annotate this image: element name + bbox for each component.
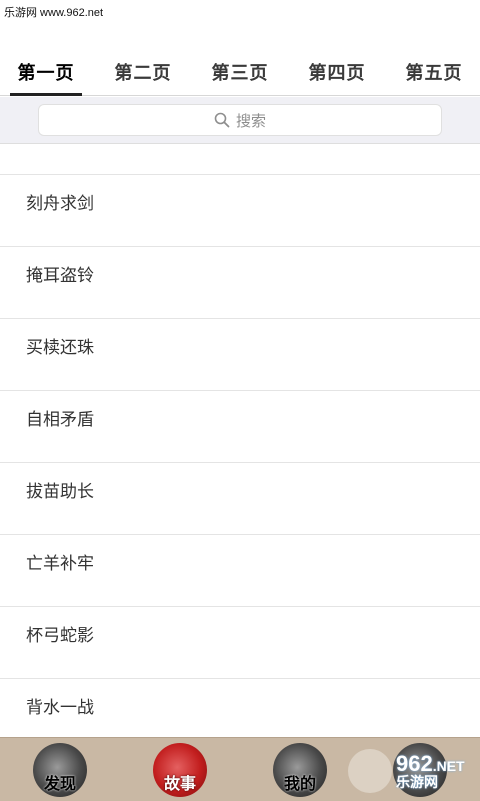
nav-discover[interactable]: 发现 (28, 740, 92, 800)
list-item[interactable]: 自相矛盾 (0, 390, 480, 462)
list-item-label: 拔苗助长 (26, 482, 94, 502)
logo-962: 962 (396, 751, 433, 776)
list-item-label: 自相矛盾 (26, 410, 94, 430)
logo-cn: 乐游网 (396, 774, 438, 790)
list-item[interactable]: 买椟还珠 (0, 318, 480, 390)
search-placeholder: 搜索 (235, 111, 266, 130)
search-input[interactable]: 搜索 (38, 104, 442, 136)
logo-text: 962.NET 乐游网 (396, 751, 465, 790)
search-icon (214, 112, 230, 128)
list-item-label: 买椟还珠 (26, 338, 94, 358)
nav-discover-label: 发现 (43, 773, 76, 793)
site-logo-overlay: 962.NET 乐游网 (348, 748, 474, 794)
nav-mine-label: 我的 (283, 773, 316, 793)
tab-page-1[interactable]: 第一页 (10, 56, 82, 96)
nav-story[interactable]: 故事 (148, 740, 212, 800)
list-item[interactable]: 亡羊补牢 (0, 534, 480, 606)
list-item[interactable]: 拔苗助长 (0, 462, 480, 534)
idiom-list: 刻舟求剑 掩耳盗铃 买椟还珠 自相矛盾 拔苗助长 亡羊补牢 杯弓蛇影 背水一战 (0, 174, 480, 750)
list-item[interactable]: 掩耳盗铃 (0, 246, 480, 318)
search-bar: 搜索 (0, 97, 480, 144)
list-item-label: 杯弓蛇影 (26, 626, 94, 646)
nav-mine[interactable]: 我的 (268, 740, 332, 800)
tab-page-3[interactable]: 第三页 (204, 56, 276, 96)
tab-page-4[interactable]: 第四页 (301, 56, 373, 96)
page-tabs: 第一页 第二页 第三页 第四页 第五页 (0, 56, 480, 96)
list-item[interactable]: 刻舟求剑 (0, 174, 480, 246)
list-item-label: 刻舟求剑 (26, 194, 94, 214)
logo-net: .NET (432, 758, 465, 774)
logo-ring-icon (348, 749, 392, 793)
list-item-label: 亡羊补牢 (26, 554, 94, 574)
tab-page-2[interactable]: 第二页 (107, 56, 179, 96)
watermark-text: 乐游网 www.962.net (4, 7, 104, 19)
nav-story-label: 故事 (163, 773, 196, 793)
tab-page-5[interactable]: 第五页 (398, 56, 470, 96)
list-item-label: 掩耳盗铃 (26, 266, 94, 286)
list-item-label: 背水一战 (26, 698, 94, 718)
list-item[interactable]: 杯弓蛇影 (0, 606, 480, 678)
